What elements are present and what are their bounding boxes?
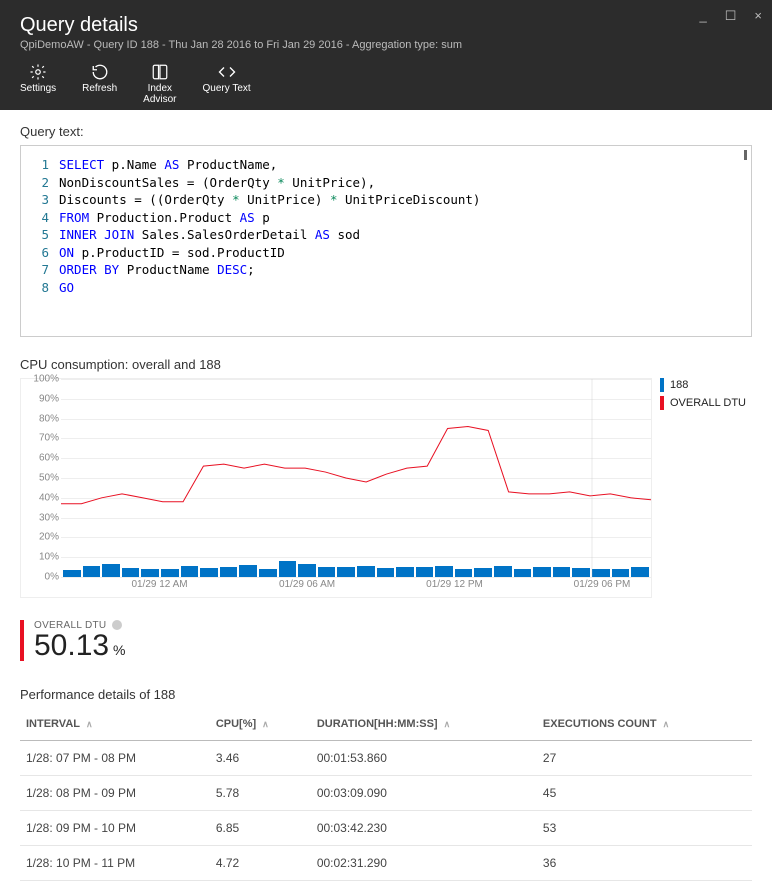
gear-icon: [29, 63, 47, 81]
overall-dtu-value: 50.13: [34, 629, 109, 662]
col-duration[interactable]: DURATION[HH:MM:SS]∧: [311, 708, 537, 741]
legend-item-188[interactable]: 188: [660, 378, 752, 392]
overall-dtu-stat: OVERALL DTU 50.13 %: [20, 620, 752, 661]
page-subtitle: QpiDemoAW - Query ID 188 - Thu Jan 28 20…: [20, 39, 752, 51]
refresh-label: Refresh: [82, 83, 117, 94]
info-icon[interactable]: [112, 620, 122, 630]
col-interval[interactable]: INTERVAL∧: [20, 708, 210, 741]
maximize-icon[interactable]: ☐: [725, 8, 737, 24]
refresh-icon: [91, 63, 109, 81]
col-executions[interactable]: EXECUTIONS COUNT∧: [537, 708, 752, 741]
legend-item-overall-dtu[interactable]: OVERALL DTU: [660, 396, 752, 410]
performance-table: INTERVAL∧ CPU[%]∧ DURATION[HH:MM:SS]∧ EX…: [20, 708, 752, 881]
page-title: Query details: [20, 14, 752, 37]
table-row[interactable]: 1/28: 08 PM - 09 PM5.7800:03:09.09045: [20, 776, 752, 811]
minimize-icon[interactable]: _: [700, 8, 707, 24]
line-series: [61, 379, 651, 577]
overall-dtu-suffix: %: [109, 642, 125, 658]
table-row[interactable]: 1/28: 07 PM - 08 PM3.4600:01:53.86027: [20, 741, 752, 776]
table-row[interactable]: 1/28: 10 PM - 11 PM4.7200:02:31.29036: [20, 846, 752, 881]
book-icon: [151, 63, 169, 81]
perf-table-title: Performance details of 188: [20, 687, 752, 702]
query-text-heading: Query text:: [20, 124, 752, 139]
y-axis-labels: 0%10%20%30%40%50%60%70%80%90%100%: [25, 379, 59, 577]
table-row[interactable]: 1/28: 09 PM - 10 PM6.8500:03:42.23053: [20, 811, 752, 846]
query-text-label: Query Text: [203, 83, 251, 94]
legend-swatch-overall-dtu: [660, 396, 664, 410]
settings-label: Settings: [20, 83, 56, 94]
index-advisor-label-1: Index: [143, 83, 176, 94]
query-text-box[interactable]: 1SELECT p.Name AS ProductName, 2 NonDisc…: [20, 145, 752, 337]
close-icon[interactable]: ×: [754, 8, 762, 24]
refresh-button[interactable]: Refresh: [82, 63, 117, 105]
index-advisor-label-2: Advisor: [143, 94, 176, 105]
x-axis-labels: 01/29 12 AM01/29 06 AM01/29 12 PM01/29 0…: [61, 579, 651, 595]
header-bar: _ ☐ × Query details QpiDemoAW - Query ID…: [0, 0, 772, 110]
code-icon: [218, 63, 236, 81]
col-cpu[interactable]: CPU[%]∧: [210, 708, 311, 741]
scrollbar-thumb[interactable]: [744, 150, 747, 160]
legend: 188 OVERALL DTU: [652, 378, 752, 598]
index-advisor-button[interactable]: Index Advisor: [143, 63, 176, 105]
settings-button[interactable]: Settings: [20, 63, 56, 105]
cpu-chart[interactable]: 0%10%20%30%40%50%60%70%80%90%100% 01/29 …: [20, 378, 652, 598]
query-text-button[interactable]: Query Text: [203, 63, 251, 105]
chart-title: CPU consumption: overall and 188: [20, 357, 752, 372]
legend-swatch-188: [660, 378, 664, 392]
